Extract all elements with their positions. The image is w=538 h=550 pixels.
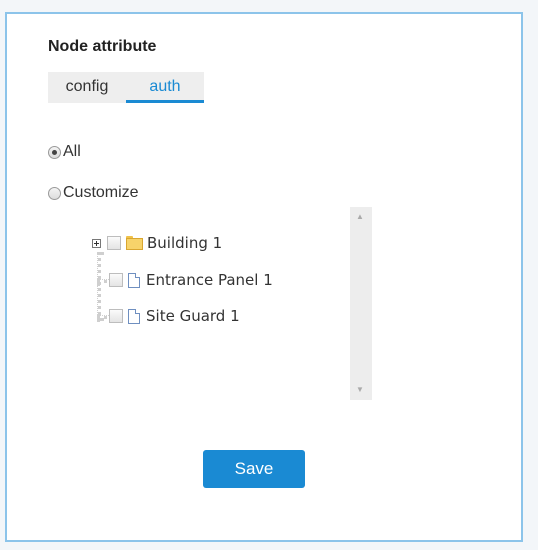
tree-node-checkbox[interactable] xyxy=(109,273,123,287)
triangle-up-icon[interactable]: ▲ xyxy=(356,213,364,221)
radio-all-button[interactable] xyxy=(48,145,61,159)
tree-connector xyxy=(97,252,101,321)
tree-node-checkbox[interactable] xyxy=(107,236,121,250)
tab-config[interactable]: config xyxy=(48,72,126,103)
tree-node-checkbox[interactable] xyxy=(109,309,123,323)
folder-icon xyxy=(126,236,143,250)
panel-title: Node attribute xyxy=(48,38,157,55)
triangle-down-icon[interactable]: ▼ xyxy=(356,386,364,394)
radio-customize[interactable]: Customize xyxy=(48,184,139,202)
document-icon xyxy=(128,272,140,288)
tree-scrollbar[interactable]: ▲ ▼ xyxy=(350,207,372,400)
plus-square-icon[interactable] xyxy=(92,238,101,248)
tab-auth[interactable]: auth xyxy=(126,72,204,103)
tree-node-entrance-panel[interactable]: Entrance Panel 1 xyxy=(109,271,273,289)
radio-all-label: All xyxy=(63,143,81,160)
save-button[interactable]: Save xyxy=(203,450,305,488)
tree-node-label: Building 1 xyxy=(147,234,223,252)
tree-node-label: Entrance Panel 1 xyxy=(146,271,273,289)
tree-node-site-guard[interactable]: Site Guard 1 xyxy=(109,307,240,325)
radio-customize-button[interactable] xyxy=(48,186,61,200)
document-icon xyxy=(128,308,140,324)
radio-customize-label: Customize xyxy=(63,184,139,201)
tree-node-building[interactable]: Building 1 xyxy=(92,234,222,252)
radio-all[interactable]: All xyxy=(48,143,81,161)
tab-bar: config auth xyxy=(48,72,204,103)
tree-node-label: Site Guard 1 xyxy=(146,307,240,325)
